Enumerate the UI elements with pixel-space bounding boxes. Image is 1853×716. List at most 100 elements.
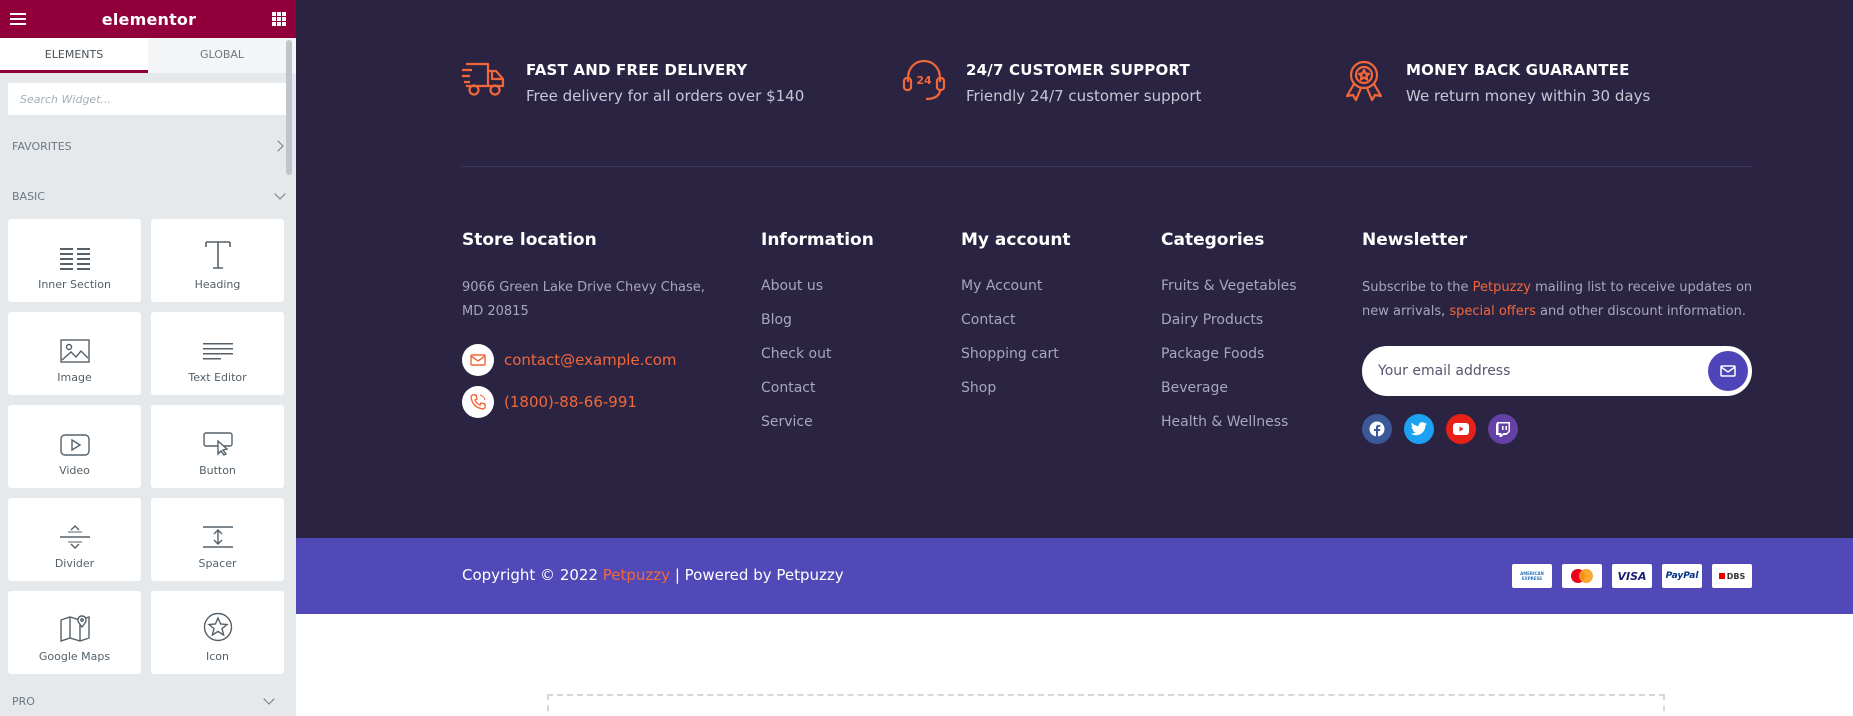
star-icon [203,612,232,642]
footer-link-contact[interactable]: Contact [761,378,874,398]
svg-text:24: 24 [916,74,932,87]
footer-link-service[interactable]: Service [761,412,874,432]
widget-video[interactable]: Video [8,405,141,488]
copyright-suffix: | Powered by Petpuzzy [670,566,844,584]
widget-google-maps[interactable]: Google Maps [8,591,141,674]
apps-grid-icon[interactable] [272,12,286,26]
search-wrapper [0,73,296,125]
footer-link-my-account[interactable]: My Account [961,276,1071,296]
dbs-icon: DBS [1712,564,1752,588]
payment-methods: AMERICAN EXPRESS VISA PayPal DBS [1512,564,1752,588]
column-title: Newsletter [1362,230,1468,250]
page-preview: FAST AND FREE DELIVERY Free delivery for… [296,0,1853,716]
widget-heading[interactable]: Heading [151,219,284,302]
text-editor-icon [202,343,233,360]
footer-link-beverage[interactable]: Beverage [1161,378,1297,398]
add-section-dropzone[interactable] [547,694,1665,716]
amex-label: AMERICAN EXPRESS [1520,571,1544,581]
category-basic-label: BASIC [12,189,45,203]
footer-link-about-us[interactable]: About us [761,276,874,296]
footer-link-blog[interactable]: Blog [761,310,874,330]
inner-section-icon [59,248,90,270]
newsletter-offers: special offers [1449,304,1536,319]
widget-label: Google Maps [38,650,111,663]
newsletter-text-1: Subscribe to the [1362,280,1473,295]
feature-guarantee: MONEY BACK GUARANTEE We return money wit… [1342,58,1650,105]
visa-label: VISA [1617,569,1647,583]
category-basic[interactable]: BASIC [0,175,296,217]
contact-email-link[interactable]: contact@example.com [504,351,677,369]
phone-row: (1800)-88-66-991 [462,386,722,418]
visa-icon: VISA [1612,564,1652,588]
paypal-icon: PayPal [1662,564,1702,588]
widget-text-editor[interactable]: Text Editor [151,312,284,395]
copyright-brand-link[interactable]: Petpuzzy [603,566,670,584]
twitter-icon[interactable] [1404,414,1434,444]
footer-divider [462,166,1752,167]
footer-bottom-bar: Copyright © 2022 Petpuzzy | Powered by P… [296,538,1853,614]
tab-global[interactable]: GLOBAL [148,38,296,73]
newsletter-email-input[interactable] [1378,363,1698,379]
footer-link-fruits-vegetables[interactable]: Fruits & Vegetables [1161,276,1297,296]
widget-label: Text Editor [188,371,247,384]
feature-text: Friendly 24/7 customer support [966,87,1202,105]
column-title: Categories [1161,230,1265,250]
panel-brand: elementor [101,9,197,29]
account-links: My Account Contact Shopping cart Shop [961,276,1071,398]
tab-elements[interactable]: ELEMENTS [0,38,148,73]
footer-link-package-foods[interactable]: Package Foods [1161,344,1297,364]
delivery-truck-icon [462,62,505,96]
category-favorites-label: FAVORITES [12,139,72,153]
widget-spacer[interactable]: Spacer [151,498,284,581]
category-favorites[interactable]: FAVORITES [0,125,296,167]
newsletter-submit-button[interactable] [1708,351,1748,391]
search-widget-input[interactable] [8,83,288,115]
contact-phone-link[interactable]: (1800)-88-66-991 [504,393,637,411]
widget-label: Video [59,464,90,477]
feature-text: Free delivery for all orders over $140 [526,87,805,105]
footer-link-shopping-cart[interactable]: Shopping cart [961,344,1071,364]
panel-header: elementor [0,0,296,38]
panel-scrollbar[interactable] [286,40,292,175]
categories-column: Categories Fruits & Vegetables Dairy Pro… [1161,230,1297,446]
hamburger-menu-icon[interactable] [10,13,26,25]
facebook-icon[interactable] [1362,414,1392,444]
widget-inner-section[interactable]: Inner Section [8,219,141,302]
button-icon [202,432,233,456]
widget-divider[interactable]: Divider [8,498,141,581]
widget-image[interactable]: Image [8,312,141,395]
social-links [1362,414,1762,444]
award-badge-icon [1345,60,1383,102]
mail-icon [462,344,494,376]
widget-grid: Inner Section Heading Image Text Editor … [0,217,296,674]
spacer-icon [202,526,233,548]
footer-link-check-out[interactable]: Check out [761,344,874,364]
feature-title: FAST AND FREE DELIVERY [526,61,748,79]
email-row: contact@example.com [462,344,722,376]
category-pro[interactable]: PRO [0,690,285,712]
column-title: Information [761,230,874,250]
widget-icon[interactable]: Icon [151,591,284,674]
phone-icon [462,386,494,418]
youtube-icon[interactable] [1446,414,1476,444]
dbs-mark [1718,573,1725,579]
widget-label: Button [199,464,236,477]
footer-link-contact[interactable]: Contact [961,310,1071,330]
widget-button[interactable]: Button [151,405,284,488]
twitch-icon[interactable] [1488,414,1518,444]
mastercard-icon [1562,564,1602,588]
feature-title: 24/7 CUSTOMER SUPPORT [966,61,1190,79]
feature-text: We return money within 30 days [1406,87,1651,105]
feature-title: MONEY BACK GUARANTEE [1406,61,1630,79]
footer-link-dairy-products[interactable]: Dairy Products [1161,310,1297,330]
widget-label: Heading [194,278,241,291]
widget-label: Icon [206,650,229,663]
divider-icon [59,525,90,549]
footer-link-shop[interactable]: Shop [961,378,1071,398]
feature-delivery: FAST AND FREE DELIVERY Free delivery for… [462,58,804,105]
store-address: 9066 Green Lake Drive Chevy Chase, MD 20… [462,280,705,319]
footer-link-health-wellness[interactable]: Health & Wellness [1161,412,1297,432]
widget-label: Inner Section [38,278,111,291]
google-maps-icon [59,615,90,642]
information-links: About us Blog Check out Contact Service [761,276,874,432]
